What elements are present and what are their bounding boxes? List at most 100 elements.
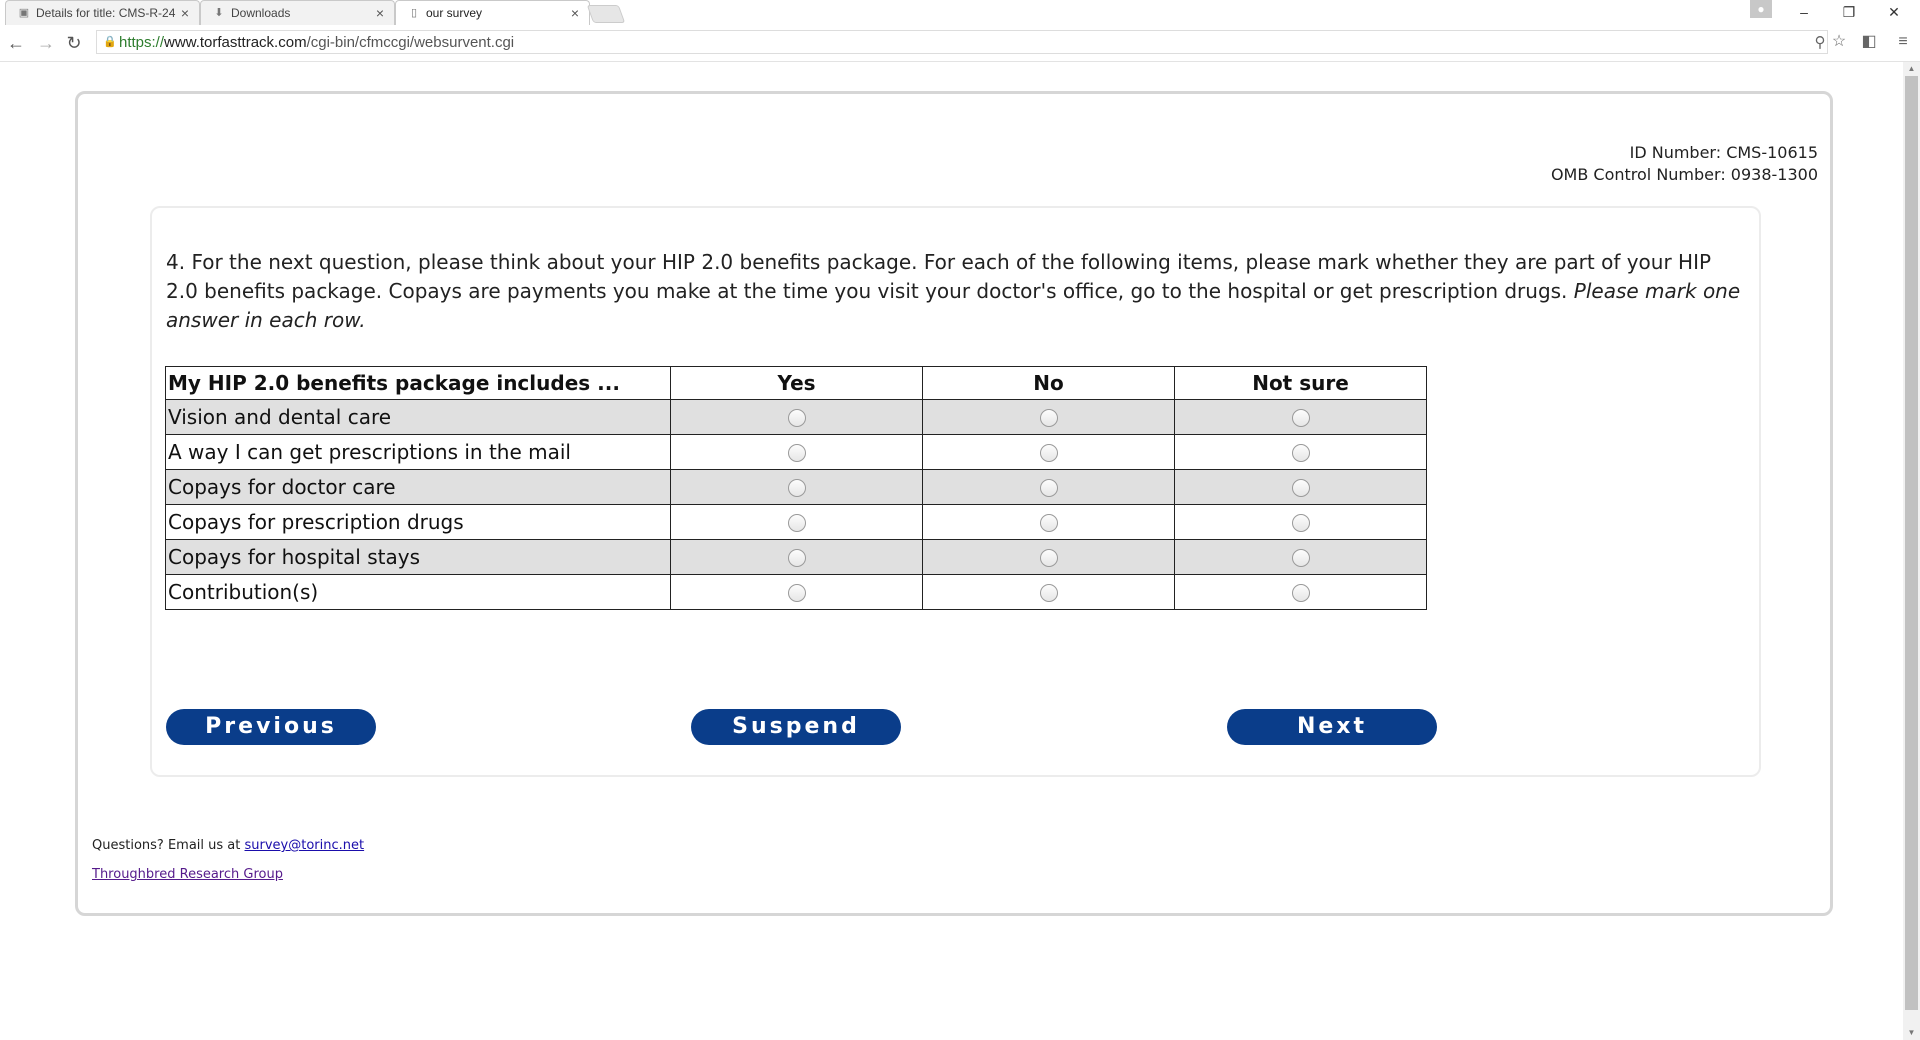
grid-cell — [670, 399, 923, 435]
radio-yes[interactable] — [787, 443, 806, 462]
previous-button[interactable]: Previous — [166, 709, 376, 745]
bookmark-star-icon[interactable]: ☆ — [1830, 33, 1848, 51]
answer-grid: My HIP 2.0 benefits package includes ...… — [165, 366, 1427, 610]
question-text: 4. For the next question, please think a… — [166, 248, 1746, 335]
grid-cell — [1174, 539, 1427, 575]
tab-title: our survey — [426, 6, 483, 20]
cms-favicon-icon: ▣ — [18, 7, 30, 19]
page-icon: ▯ — [410, 7, 418, 19]
radio-yes[interactable] — [787, 408, 806, 427]
page-scrollbar[interactable]: ▲ ▼ — [1903, 62, 1920, 1040]
org-link[interactable]: Throughbred Research Group — [92, 867, 283, 882]
grid-cell — [922, 504, 1175, 540]
table-row: Copays for hospital stays — [165, 539, 1427, 575]
url-host: www.torfasttrack.com — [164, 34, 307, 51]
grid-cell — [670, 539, 923, 575]
radio-not-sure[interactable] — [1291, 548, 1310, 567]
grid-option-not-sure-header: Not sure — [1174, 366, 1427, 400]
radio-no[interactable] — [1039, 478, 1058, 497]
radio-no[interactable] — [1039, 408, 1058, 427]
radio-not-sure[interactable] — [1291, 478, 1310, 497]
tab-cms-details[interactable]: ▣ Details for title: CMS-R-24 × — [5, 0, 200, 25]
grid-cell — [922, 539, 1175, 575]
grid-cell — [670, 469, 923, 505]
radio-no[interactable] — [1039, 583, 1058, 602]
scroll-thumb[interactable] — [1905, 76, 1918, 1010]
grid-cell — [922, 399, 1175, 435]
id-number: ID Number: CMS-10615 — [1629, 143, 1818, 162]
grid-cell — [922, 574, 1175, 610]
close-tab-icon[interactable]: × — [571, 1, 579, 25]
grid-cell — [1174, 399, 1427, 435]
forward-icon[interactable]: → — [36, 33, 56, 53]
radio-no[interactable] — [1039, 548, 1058, 567]
extension-icon[interactable]: ◧ — [1860, 33, 1878, 51]
grid-header-row: My HIP 2.0 benefits package includes ...… — [165, 366, 1427, 400]
grid-cell — [670, 504, 923, 540]
table-row: Contribution(s) — [165, 574, 1427, 610]
row-label: A way I can get prescriptions in the mai… — [165, 434, 671, 470]
menu-icon[interactable]: ≡ — [1894, 33, 1912, 51]
radio-not-sure[interactable] — [1291, 408, 1310, 427]
scroll-down-icon[interactable]: ▼ — [1903, 1026, 1920, 1040]
new-tab-button[interactable] — [586, 5, 626, 23]
reload-icon[interactable]: ↻ — [64, 33, 84, 53]
table-row: Copays for prescription drugs — [165, 504, 1427, 540]
email-link[interactable]: survey@torinc.net — [245, 838, 365, 853]
contact-prefix: Questions? Email us at — [92, 838, 245, 853]
org-line: Throughbred Research Group — [92, 867, 283, 882]
radio-no[interactable] — [1039, 513, 1058, 532]
lock-icon: 🔒 — [103, 36, 117, 48]
url-text: https://www.torfasttrack.com/cgi-bin/cfm… — [119, 34, 514, 51]
profile-icon[interactable]: ● — [1750, 0, 1772, 18]
grid-cell — [922, 469, 1175, 505]
grid-cell — [670, 574, 923, 610]
row-label: Vision and dental care — [165, 399, 671, 435]
grid-cell — [670, 434, 923, 470]
close-tab-icon[interactable]: × — [181, 1, 189, 25]
table-row: A way I can get prescriptions in the mai… — [165, 434, 1427, 470]
grid-item-header: My HIP 2.0 benefits package includes ... — [165, 366, 671, 400]
radio-yes[interactable] — [787, 548, 806, 567]
browser-toolbar: ← → ↻ 🔒 https://www.torfasttrack.com/cgi… — [0, 25, 1920, 62]
row-label: Contribution(s) — [165, 574, 671, 610]
tab-downloads[interactable]: ⬇ Downloads × — [200, 0, 395, 25]
form-identifiers: ID Number: CMS-10615 OMB Control Number:… — [1551, 142, 1818, 186]
radio-not-sure[interactable] — [1291, 583, 1310, 602]
close-tab-icon[interactable]: × — [376, 1, 384, 25]
grid-cell — [1174, 434, 1427, 470]
question-panel: 4. For the next question, please think a… — [150, 206, 1761, 777]
close-window-icon[interactable]: ✕ — [1874, 0, 1914, 25]
grid-cell — [1174, 469, 1427, 505]
radio-yes[interactable] — [787, 478, 806, 497]
row-label: Copays for doctor care — [165, 469, 671, 505]
next-button[interactable]: Next — [1227, 709, 1437, 745]
address-bar[interactable]: 🔒 https://www.torfasttrack.com/cgi-bin/c… — [96, 30, 1828, 54]
scroll-up-icon[interactable]: ▲ — [1903, 62, 1920, 76]
radio-yes[interactable] — [787, 513, 806, 532]
contact-line: Questions? Email us at survey@torinc.net — [92, 838, 364, 853]
row-label: Copays for hospital stays — [165, 539, 671, 575]
survey-container: ID Number: CMS-10615 OMB Control Number:… — [75, 91, 1833, 916]
tab-title: Downloads — [231, 6, 291, 20]
url-scheme: https:// — [119, 34, 165, 51]
tab-title: Details for title: CMS-R-24 — [36, 6, 176, 20]
radio-yes[interactable] — [787, 583, 806, 602]
restore-icon[interactable]: ❐ — [1829, 0, 1869, 25]
tab-strip: ▣ Details for title: CMS-R-24 × ⬇ Downlo… — [0, 0, 1920, 25]
download-icon: ⬇ — [214, 7, 224, 19]
grid-cell — [1174, 574, 1427, 610]
omb-control-number: OMB Control Number: 0938-1300 — [1550, 165, 1818, 184]
row-label: Copays for prescription drugs — [165, 504, 671, 540]
tab-our-survey[interactable]: ▯ our survey × — [395, 0, 590, 25]
question-body: 4. For the next question, please think a… — [166, 250, 1712, 303]
zoom-icon[interactable]: ⚲ — [1811, 34, 1829, 52]
grid-cell — [922, 434, 1175, 470]
back-icon[interactable]: ← — [6, 33, 26, 53]
minimize-icon[interactable]: – — [1784, 0, 1824, 25]
radio-not-sure[interactable] — [1291, 443, 1310, 462]
radio-no[interactable] — [1039, 443, 1058, 462]
radio-not-sure[interactable] — [1291, 513, 1310, 532]
suspend-button[interactable]: Suspend — [691, 709, 901, 745]
table-row: Vision and dental care — [165, 399, 1427, 435]
